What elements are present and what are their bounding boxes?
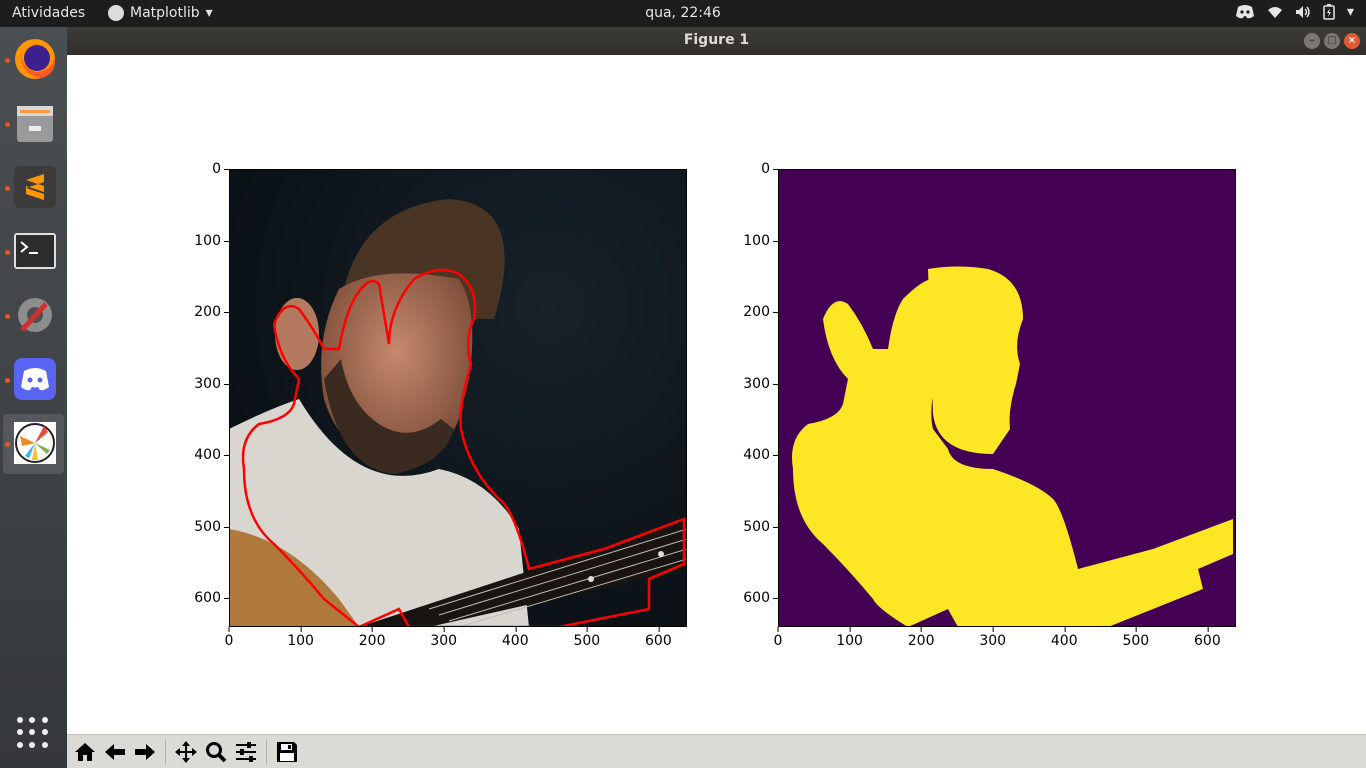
- left-ytick-label: 500: [194, 518, 229, 535]
- zoom-icon[interactable]: [202, 738, 230, 766]
- right-ytick-label: 200: [743, 304, 778, 321]
- figure-canvas[interactable]: 0 100 200 300 400 500 600 0 100 200 300 400 500 600 0…: [67, 55, 1366, 734]
- matplotlib-app-icon: [108, 5, 124, 21]
- wifi-icon[interactable]: [1267, 5, 1283, 19]
- launcher-dock: [0, 27, 67, 768]
- left-xtick-label: 100: [287, 627, 314, 649]
- system-tray[interactable]: ▾: [1235, 4, 1354, 20]
- dock-item-matplotlib[interactable]: [3, 414, 64, 474]
- toolbar-separator: [165, 738, 166, 765]
- top-bar: Atividades Matplotlib ▾ qua, 22:46 ▾: [0, 0, 1366, 27]
- left-xtick-label: 600: [645, 627, 672, 649]
- dock-item-sublime-text[interactable]: [3, 158, 64, 218]
- pan-icon[interactable]: [172, 738, 200, 766]
- running-indicator: [5, 122, 10, 127]
- clock[interactable]: qua, 22:46: [645, 5, 721, 21]
- navigation-toolbar: [67, 734, 1366, 768]
- axes-frame: [229, 169, 687, 627]
- right-xtick-label: 400: [1050, 627, 1078, 649]
- right-ytick-label: 100: [743, 232, 778, 249]
- left-ytick-label: 0: [212, 161, 229, 177]
- toolbar-separator: [266, 738, 267, 765]
- window-title: Figure 1: [683, 32, 750, 48]
- right-xtick-label: 300: [979, 627, 1007, 649]
- left-ytick-label: 400: [194, 447, 229, 464]
- running-indicator: [5, 58, 10, 63]
- right-xtick-label: 100: [836, 627, 863, 649]
- app-menu[interactable]: Matplotlib ▾: [108, 5, 213, 21]
- save-icon[interactable]: [273, 738, 301, 766]
- right-ytick-label: 300: [743, 375, 778, 392]
- right-xtick-label: 600: [1194, 627, 1221, 649]
- right-xtick-label: 0: [773, 627, 783, 649]
- axes-left-photo[interactable]: 0 100 200 300 400 500 600 0 100 200 300 400 500 600: [194, 161, 687, 649]
- right-ytick-label: 600: [743, 590, 778, 607]
- left-xtick-label: 300: [430, 627, 458, 649]
- right-xtick-label: 500: [1122, 627, 1150, 649]
- left-ytick-label: 600: [194, 590, 229, 607]
- left-xtick-label: 0: [224, 627, 234, 649]
- running-indicator: [5, 186, 10, 191]
- configure-subplots-icon[interactable]: [232, 738, 260, 766]
- dock-item-firefox[interactable]: [3, 30, 64, 90]
- right-ytick-label: 400: [743, 447, 778, 464]
- home-icon[interactable]: [71, 738, 99, 766]
- discord-app-icon: [14, 358, 56, 400]
- sublime-text-icon: [14, 166, 56, 208]
- left-xtick-label: 500: [573, 627, 601, 649]
- system-menu-arrow-icon[interactable]: ▾: [1347, 4, 1354, 20]
- running-indicator: [5, 378, 10, 383]
- firefox-icon: [15, 39, 56, 79]
- chevron-down-icon: ▾: [205, 5, 213, 21]
- app-menu-label: Matplotlib: [130, 5, 200, 21]
- terminal-icon: [14, 233, 56, 269]
- dock-item-terminal[interactable]: [3, 222, 64, 282]
- axes-frame: [778, 169, 1236, 627]
- dock-item-discord[interactable]: [3, 350, 64, 410]
- dock-item-settings[interactable]: [3, 286, 64, 346]
- left-xtick-label: 200: [358, 627, 386, 649]
- volume-icon[interactable]: [1295, 5, 1311, 19]
- left-ytick-label: 100: [194, 232, 229, 249]
- close-button[interactable]: ×: [1344, 33, 1360, 49]
- left-xtick-label: 400: [501, 627, 529, 649]
- back-icon[interactable]: [101, 738, 129, 766]
- window-titlebar[interactable]: Figure 1 – □ ×: [67, 27, 1366, 55]
- activities-button[interactable]: Atividades: [12, 5, 85, 21]
- apps-grid-icon[interactable]: [17, 717, 49, 749]
- left-ytick-label: 200: [194, 304, 229, 321]
- discord-icon[interactable]: [1235, 4, 1255, 20]
- right-ytick-label: 0: [761, 161, 778, 177]
- running-indicator: [5, 442, 10, 447]
- running-indicator: [5, 250, 10, 255]
- battery-icon[interactable]: [1323, 4, 1335, 20]
- minimize-button[interactable]: –: [1304, 33, 1320, 49]
- dock-item-files[interactable]: [3, 94, 64, 154]
- running-indicator: [5, 314, 10, 319]
- files-icon: [17, 106, 53, 142]
- settings-tool-icon: [18, 298, 52, 332]
- right-ytick-label: 500: [743, 518, 778, 535]
- forward-icon[interactable]: [131, 738, 159, 766]
- maximize-button[interactable]: □: [1324, 33, 1340, 49]
- matplotlib-icon: [14, 422, 56, 464]
- axes-right-mask[interactable]: 0 100 200 300 400 500 600 0 100 200 300 400 500 600: [743, 161, 1236, 649]
- left-ytick-label: 300: [194, 375, 229, 392]
- right-xtick-label: 200: [907, 627, 935, 649]
